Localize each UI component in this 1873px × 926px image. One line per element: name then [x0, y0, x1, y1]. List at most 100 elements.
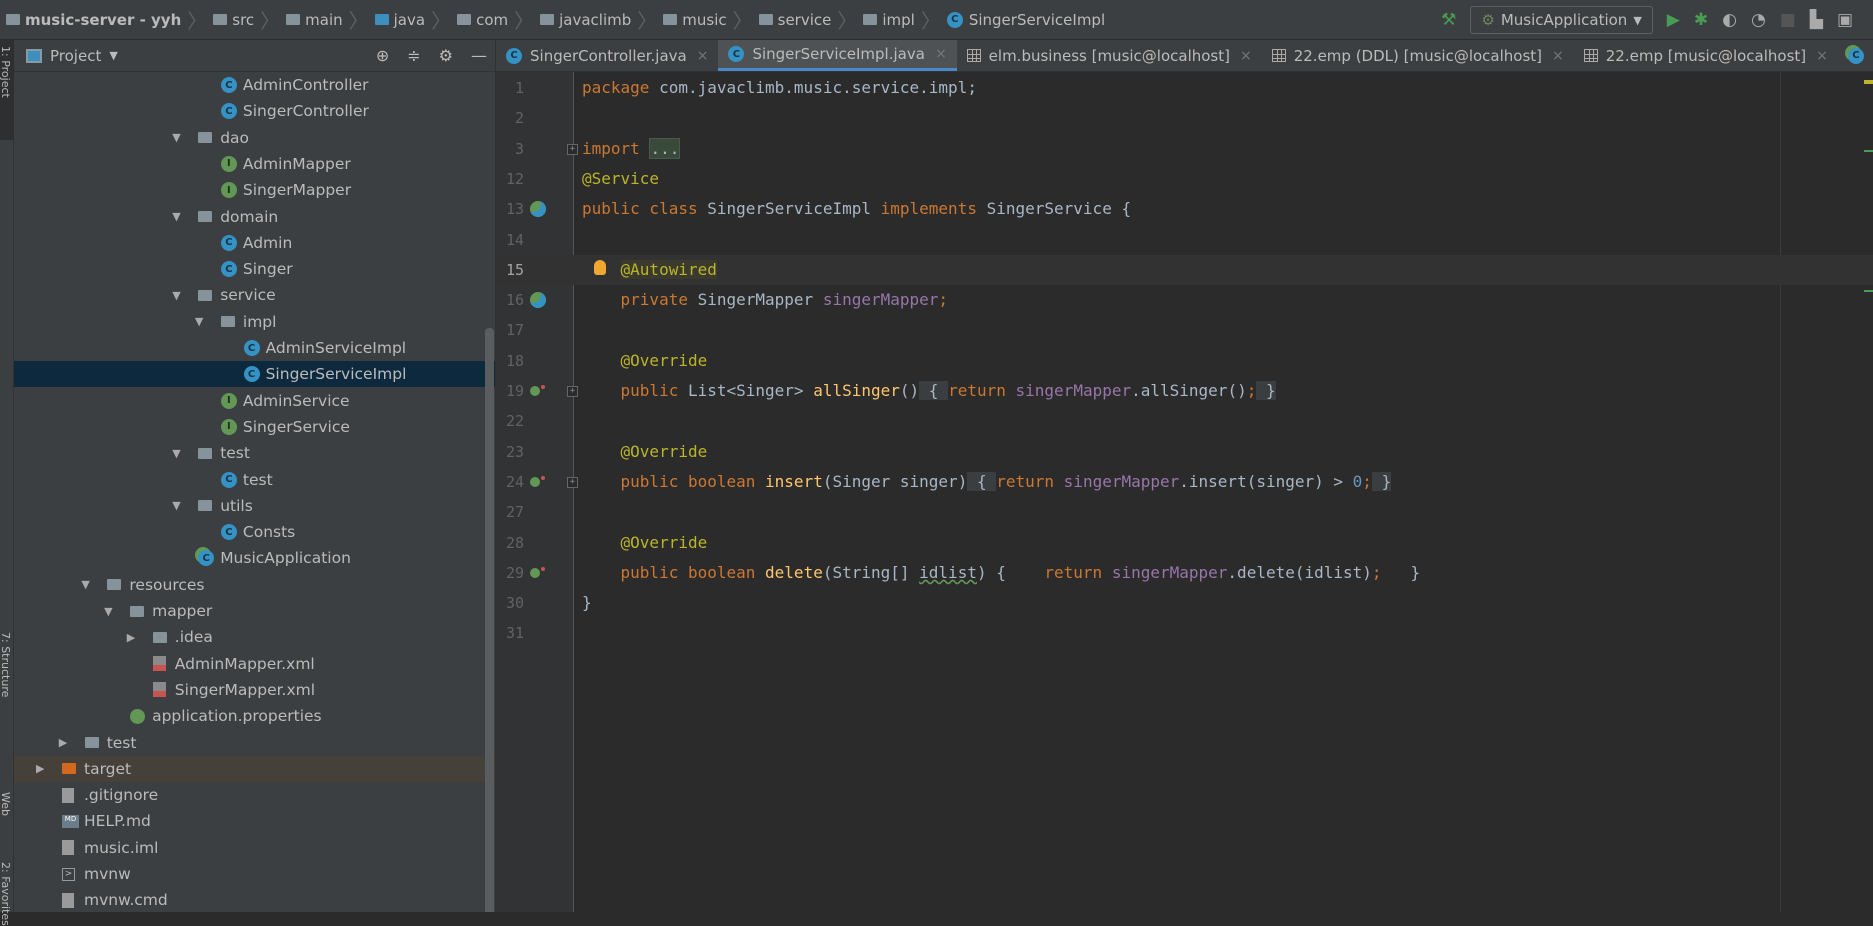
tree-item[interactable]: C AdminController — [14, 72, 495, 98]
implements-gutter-icon[interactable] — [530, 476, 540, 487]
hide-icon[interactable]: — — [471, 46, 487, 65]
collapse-all-icon[interactable]: ≑ — [407, 46, 420, 65]
markdown-file-icon: MD — [62, 814, 79, 828]
editor-tab[interactable]: 22.emp [music@localhost] × — [1574, 40, 1838, 71]
breadcrumb-item[interactable]: src — [209, 0, 258, 40]
stripe-project-tab[interactable]: 1: Project — [0, 46, 12, 98]
tree-item[interactable]: C AdminServiceImpl — [14, 335, 495, 361]
expanded-arrow-icon[interactable]: ▼ — [81, 578, 89, 591]
editor-tab[interactable]: 22.emp (DDL) [music@localhost] × — [1262, 40, 1574, 71]
stripe-web-tab[interactable]: Web — [0, 792, 12, 816]
breadcrumb-item[interactable]: music — [659, 0, 730, 40]
tree-item[interactable]: mvnw.cmd — [14, 887, 495, 912]
tree-item[interactable]: ▼ test — [14, 440, 495, 466]
tree-item[interactable]: ▼ dao — [14, 125, 495, 151]
stop-icon[interactable]: ■ — [1780, 10, 1796, 30]
breadcrumb-item[interactable]: C SingerServiceImpl — [943, 0, 1109, 40]
close-tab-icon[interactable]: × — [1240, 48, 1252, 64]
editor-tab[interactable]: C SingerServiceImpl.java × — [718, 40, 957, 71]
fold-marker-icon[interactable]: + — [567, 476, 578, 488]
breadcrumb-item[interactable]: service — [755, 0, 836, 40]
breadcrumb-item[interactable]: com — [453, 0, 512, 40]
expanded-arrow-icon[interactable]: ▼ — [172, 131, 180, 144]
tree-item[interactable]: I AdminService — [14, 388, 495, 414]
breadcrumb-item[interactable]: javaclimb — [536, 0, 635, 40]
change-mark[interactable] — [1864, 290, 1873, 292]
tree-item[interactable]: C SingerController — [14, 98, 495, 124]
tree-item[interactable]: AdminMapper.xml — [14, 651, 495, 677]
close-tab-icon[interactable]: × — [1816, 48, 1828, 64]
warning-mark[interactable] — [1864, 80, 1873, 84]
expanded-arrow-icon[interactable]: ▼ — [195, 315, 203, 328]
collapsed-arrow-icon[interactable]: ▶ — [59, 736, 67, 749]
tree-item[interactable]: music.iml — [14, 835, 495, 861]
tree-item[interactable]: .gitignore — [14, 782, 495, 808]
tree-item[interactable]: ▼ service — [14, 282, 495, 308]
tree-item[interactable]: I SingerMapper — [14, 177, 495, 203]
debug-icon[interactable]: ✱ — [1694, 10, 1708, 30]
tree-item[interactable]: C Consts — [14, 519, 495, 545]
breadcrumb-item[interactable]: impl — [859, 0, 918, 40]
line-number: 17 — [505, 321, 524, 340]
project-scrollbar[interactable] — [485, 328, 494, 912]
expanded-arrow-icon[interactable]: ▼ — [172, 210, 180, 223]
tree-item[interactable]: application.properties — [14, 703, 495, 729]
tree-item[interactable]: C MusicApplication — [14, 545, 495, 571]
change-mark[interactable] — [1864, 150, 1873, 152]
profile-icon[interactable]: ◔ — [1751, 10, 1766, 30]
implements-gutter-icon[interactable] — [530, 567, 540, 578]
tree-item[interactable]: SingerMapper.xml — [14, 677, 495, 703]
chevron-down-icon[interactable]: ▼ — [109, 49, 117, 62]
collapsed-arrow-icon[interactable]: ▶ — [127, 631, 135, 644]
tree-item[interactable]: ▶ target — [14, 755, 495, 782]
tree-item[interactable]: ▼ domain — [14, 204, 495, 230]
breadcrumb-item[interactable]: main — [282, 0, 346, 40]
tree-item[interactable]: ▶ test — [14, 730, 495, 756]
coverage-icon[interactable]: ◐ — [1722, 10, 1737, 30]
expanded-arrow-icon[interactable]: ▼ — [104, 605, 112, 618]
editor-tab[interactable]: CM — [1838, 40, 1873, 71]
editor-tab[interactable]: C SingerController.java × — [496, 40, 718, 71]
tree-item[interactable]: I SingerService — [14, 414, 495, 440]
tree-item[interactable]: ▶ .idea — [14, 624, 495, 650]
close-tab-icon[interactable]: × — [935, 46, 947, 62]
close-tab-icon[interactable]: × — [1552, 48, 1564, 64]
gear-icon[interactable]: ⚙ — [439, 46, 453, 65]
expanded-arrow-icon[interactable]: ▼ — [172, 289, 180, 302]
implements-gutter-icon[interactable] — [530, 386, 540, 396]
collapsed-arrow-icon[interactable]: ▶ — [36, 762, 44, 775]
tree-item[interactable]: C Admin — [14, 230, 495, 256]
close-tab-icon[interactable]: × — [697, 48, 709, 64]
locate-icon[interactable]: ⊕ — [376, 46, 389, 65]
code-token: public boolean — [620, 471, 766, 491]
editor-tab[interactable]: elm.business [music@localhost] × — [957, 40, 1262, 71]
breadcrumb-item[interactable]: music-server - yyh — [2, 0, 185, 40]
fold-marker-icon[interactable]: + — [567, 386, 578, 397]
build-hammer-icon[interactable]: ⚒ — [1441, 10, 1456, 30]
breadcrumb-item[interactable]: java — [371, 0, 429, 40]
spring-bean-gutter-icon[interactable] — [530, 201, 546, 218]
tree-item[interactable]: C SingerServiceImpl — [14, 361, 495, 388]
tree-item-label: SingerController — [242, 102, 369, 121]
tree-item[interactable]: ▼ impl — [14, 309, 495, 335]
tree-item[interactable]: Ctest — [14, 467, 495, 493]
stripe-structure-tab[interactable]: 7: Structure — [0, 632, 12, 697]
tree-item[interactable]: I AdminMapper — [14, 151, 495, 177]
stripe-favorites-tab[interactable]: 2: Favorites — [0, 862, 12, 926]
tree-item[interactable]: C Singer — [14, 256, 495, 282]
tree-item[interactable]: ▼ mapper — [14, 598, 495, 624]
tree-item[interactable]: ▼ utils — [14, 493, 495, 519]
expanded-arrow-icon[interactable]: ▼ — [172, 447, 180, 460]
terminal-icon[interactable]: ▣ — [1837, 10, 1853, 30]
tree-item[interactable]: ▼ resources — [14, 572, 495, 598]
tree-item[interactable]: > mvnw — [14, 861, 495, 887]
spring-inject-gutter-icon[interactable] — [530, 292, 546, 309]
code-editor[interactable]: 1 package com.javaclimb.music.service.imp… — [496, 72, 1873, 912]
fold-marker-icon[interactable]: + — [567, 143, 578, 155]
run-icon[interactable]: ▶ — [1667, 10, 1680, 30]
tree-item[interactable]: MD HELP.md — [14, 808, 495, 834]
project-structure-icon[interactable]: ▙ — [1810, 10, 1823, 30]
project-view-select[interactable]: Project — [50, 47, 101, 65]
expanded-arrow-icon[interactable]: ▼ — [172, 499, 180, 512]
run-configuration-select[interactable]: ⚙ MusicApplication ▼ — [1470, 6, 1653, 34]
